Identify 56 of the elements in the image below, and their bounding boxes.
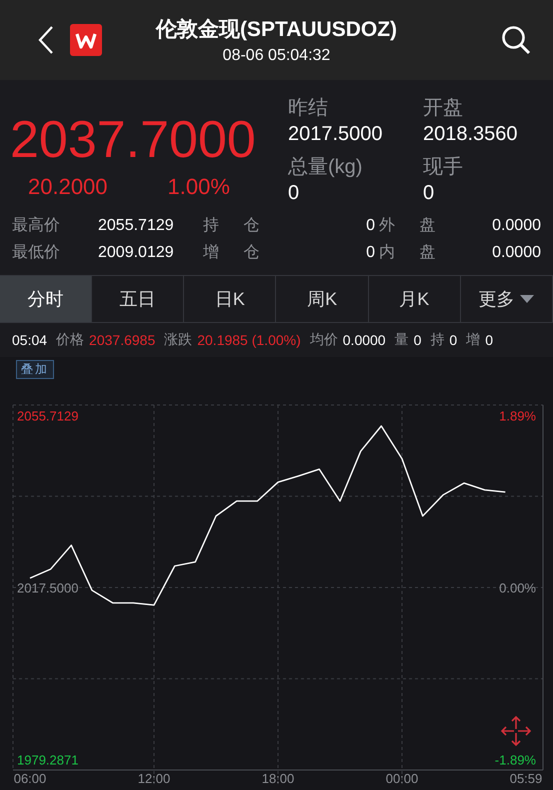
stat-value: 0 (365, 216, 375, 234)
stat-value: 0 (365, 244, 375, 262)
info-label: 增 (466, 331, 480, 349)
time-axis-label: 05:59 (510, 771, 542, 786)
percent-change: 1.00% (168, 174, 230, 200)
percent-axis-label: 1.89% (499, 408, 536, 424)
price-axis-label: 2017.5000 (17, 580, 78, 596)
field-value: 0 (423, 182, 436, 204)
stat-value: 0.0000 (491, 244, 541, 262)
field-label: 昨结 (288, 96, 329, 121)
info-value: 20.1985 (1.00%) (197, 332, 301, 348)
info-label: 均价 (310, 331, 338, 349)
field-label: 总量(kg) (288, 154, 364, 180)
fullscreen-icon[interactable] (500, 716, 532, 746)
app-logo-icon (70, 24, 102, 56)
update-time: 08-06 05:04:32 (222, 47, 330, 65)
info-label: 涨跌 (164, 331, 192, 349)
search-icon[interactable] (501, 25, 531, 55)
field-value: 2017.5000 (288, 123, 384, 146)
field-label: 现手 (423, 154, 464, 180)
stat-label: 增 仓 (203, 243, 260, 263)
price-axis-label: 2055.7129 (17, 408, 78, 424)
caret-icon (520, 295, 534, 303)
stat-label: 外 盘 (378, 216, 436, 236)
field-value: 0 (288, 182, 300, 204)
time-axis-label: 06:00 (14, 771, 46, 786)
field-label: 开盘 (423, 96, 464, 121)
cursor-time: 05:04 (12, 332, 48, 348)
stat-label: 最高价 (12, 216, 61, 236)
back-icon[interactable] (38, 25, 54, 55)
stat-value: 2009.0129 (98, 244, 175, 262)
info-value: 0 (449, 332, 458, 348)
stat-value: 0.0000 (491, 216, 541, 234)
info-value: 2037.6985 (89, 332, 156, 348)
overlay-button[interactable]: 叠加 (16, 360, 54, 379)
time-axis-label: 00:00 (386, 771, 418, 786)
percent-axis-label: 0.00% (499, 580, 536, 596)
price-axis-label: 1979.2871 (17, 752, 78, 768)
info-label: 持 (430, 331, 444, 349)
percent-axis-label: -1.89% (494, 752, 536, 768)
stat-value: 2055.7129 (98, 216, 175, 234)
stat-label: 内 盘 (378, 242, 436, 263)
stat-label: 最低价 (12, 243, 61, 263)
info-value: 0 (485, 332, 493, 348)
time-axis-label: 12:00 (138, 771, 170, 786)
price-change: 20.2000 (28, 174, 108, 200)
time-axis-label: 18:00 (262, 771, 294, 786)
last-price: 2037.7000 (10, 112, 257, 168)
instrument-title: 伦敦金现(SPTAUUSDOZ) (156, 17, 398, 43)
info-value: 0 (414, 332, 422, 348)
info-value: 0.0000 (342, 332, 386, 348)
field-value: 2018.3560 (423, 123, 519, 146)
info-label: 量 (394, 331, 409, 349)
stat-label: 持 仓 (203, 216, 260, 236)
period-tab[interactable]: 分时 (0, 276, 92, 322)
info-label: 价格 (56, 331, 84, 349)
